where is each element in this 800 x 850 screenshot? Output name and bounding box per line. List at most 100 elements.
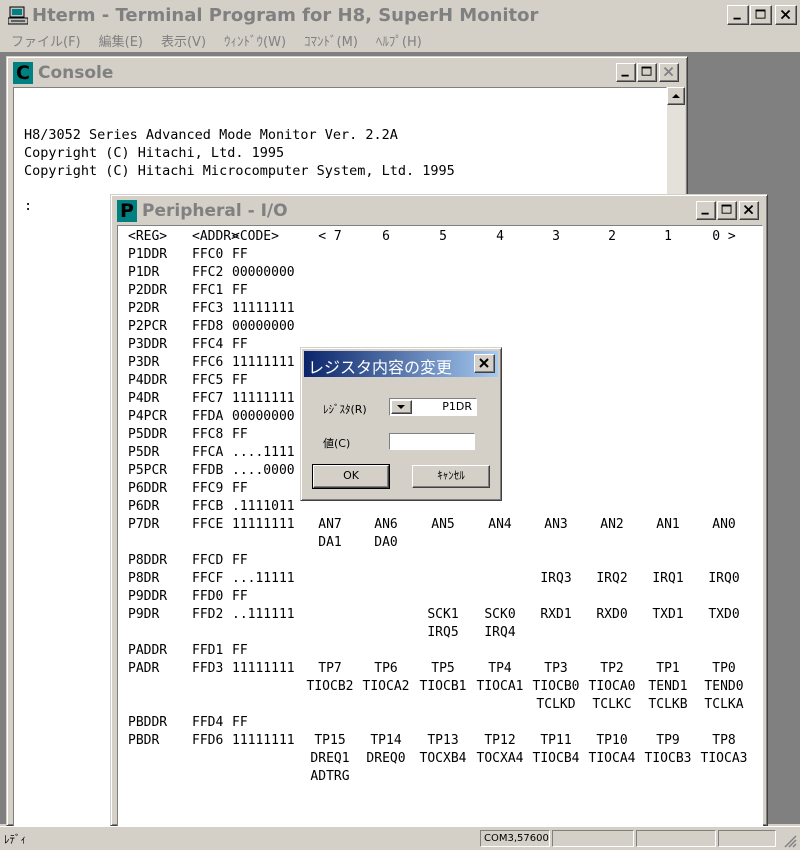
- register-address: FFD8: [192, 319, 224, 334]
- register-name: P4DR: [128, 391, 160, 406]
- register-name: P2DR: [128, 301, 160, 316]
- peripheral-window[interactable]: P Peripheral - I/O <REG> <ADDR> <CODE> < 76…: [110, 194, 768, 827]
- minimize-button[interactable]: [727, 5, 749, 25]
- register-name: P5DR: [128, 445, 160, 460]
- console-maximize-button[interactable]: [637, 63, 657, 82]
- register-code: FF: [232, 337, 248, 352]
- register-name: P1DR: [128, 265, 160, 280]
- register-name: PBDDR: [128, 715, 168, 730]
- status-bar: ﾚﾃﾞｨ COM3,57600: [0, 826, 800, 850]
- peripheral-title: Peripheral - I/O: [142, 201, 288, 221]
- bit-function-label: DA1: [318, 535, 342, 550]
- console-minimize-button[interactable]: [616, 63, 636, 82]
- bit-function-label: TIOCA3: [700, 751, 748, 766]
- size-grip-icon[interactable]: [782, 833, 798, 849]
- cancel-button[interactable]: ｷｬﾝｾﾙ: [412, 465, 490, 488]
- table-row[interactable]: P2DR FFC3 11111111: [118, 300, 762, 318]
- bit-function-label: TEND0: [704, 679, 744, 694]
- bit-function-label: TP3: [544, 661, 568, 676]
- register-code: 11111111: [232, 733, 295, 748]
- menu-edit[interactable]: 編集(E): [90, 29, 152, 51]
- register-name: P9DDR: [128, 589, 168, 604]
- value-input[interactable]: [389, 433, 475, 450]
- peripheral-minimize-button[interactable]: [696, 201, 716, 220]
- register-name: P7DR: [128, 517, 160, 532]
- change-register-dialog[interactable]: レジスタ内容の変更 ﾚｼﾞｽﾀ(R) P1DR 値(C) OK ｷｬﾝｾﾙ: [300, 347, 502, 501]
- table-row[interactable]: P7DR FFCE 11111111 AN7 DA1 AN6 DA0 AN5 AN4 AN3 AN2…: [118, 516, 762, 552]
- bit-function-label: TIOCA2: [362, 679, 410, 694]
- table-row[interactable]: P9DDR FFD0 FF: [118, 588, 762, 606]
- register-code: FF: [232, 427, 248, 442]
- table-row[interactable]: P9DR FFD2 ..111111 SCK1 IRQ5 SCK0 IRQ4 RXD1 RXD0…: [118, 606, 762, 642]
- bit-function-label: TP10: [596, 733, 628, 748]
- register-code: 00000000: [232, 409, 295, 424]
- register-name: P8DR: [128, 571, 160, 586]
- console-line: H8/3052 Series Advanced Mode Monitor Ver…: [24, 127, 398, 143]
- scroll-up-button[interactable]: [667, 87, 685, 105]
- register-name: PADDR: [128, 643, 168, 658]
- bit-function-label: TP8: [712, 733, 736, 748]
- header-bit: 6: [382, 229, 390, 244]
- maximize-button[interactable]: [750, 5, 772, 25]
- register-address: FFC5: [192, 373, 224, 388]
- table-row[interactable]: P2PCR FFD8 00000000: [118, 318, 762, 336]
- ok-button[interactable]: OK: [312, 464, 390, 489]
- bit-function-label: TIOCA1: [476, 679, 524, 694]
- register-address: FFC7: [192, 391, 224, 406]
- table-row[interactable]: P2DDR FFC1 FF: [118, 282, 762, 300]
- register-address: FFC9: [192, 481, 224, 496]
- console-close-button[interactable]: [659, 63, 679, 82]
- table-row[interactable]: PBDR FFD6 11111111 TP15 DREQ1 ADTRG TP14 DREQ0 T…: [118, 732, 762, 786]
- console-title: Console: [38, 63, 114, 83]
- status-pane: [552, 830, 634, 847]
- bit-function-label: TIOCA0: [588, 679, 636, 694]
- maximize-icon: [641, 66, 652, 76]
- table-row[interactable]: PADR FFD3 11111111 TP7 TIOCB2 TP6 TIOCA2 TP5 TIO…: [118, 660, 762, 714]
- bit-function-label: TP13: [427, 733, 459, 748]
- register-code: FF: [232, 715, 248, 730]
- minimize-icon: [733, 17, 741, 20]
- console-title-bar[interactable]: C Console: [11, 61, 683, 85]
- bit-function-label: IRQ0: [708, 571, 740, 586]
- menu-command[interactable]: ｺﾏﾝﾄﾞ(M): [295, 29, 367, 51]
- close-button[interactable]: [775, 5, 797, 25]
- register-code: 00000000: [232, 319, 295, 334]
- register-name: P6DR: [128, 499, 160, 514]
- main-title-bar[interactable]: Hterm - Terminal Program for H8, SuperH …: [0, 0, 800, 29]
- register-address: FFC1: [192, 283, 224, 298]
- bit-function-label: AN6: [374, 517, 398, 532]
- dialog-close-button[interactable]: [474, 354, 495, 373]
- bit-function-label: TP9: [656, 733, 680, 748]
- register-address: FFCE: [192, 517, 224, 532]
- table-row[interactable]: PADDR FFD1 FF: [118, 642, 762, 660]
- peripheral-title-bar[interactable]: P Peripheral - I/O: [115, 199, 763, 223]
- table-row[interactable]: P8DR FFCF ...11111 IRQ3 IRQ2 IRQ1 IRQ0: [118, 570, 762, 588]
- bit-function-label: TP7: [318, 661, 342, 676]
- peripheral-io-table[interactable]: <REG> <ADDR> <CODE> < 76543210 > P1DDR FFC0 FF…: [117, 225, 763, 827]
- register-address: FFC2: [192, 265, 224, 280]
- menu-help[interactable]: ﾍﾙﾌﾟ(H): [367, 29, 431, 51]
- table-row[interactable]: P1DDR FFC0 FF: [118, 246, 762, 264]
- menu-view[interactable]: 表示(V): [152, 29, 215, 51]
- bit-function-label: TP15: [314, 733, 346, 748]
- header-bit: 2: [608, 229, 616, 244]
- menu-file[interactable]: ファイル(F): [2, 29, 90, 51]
- bit-function-label: DA0: [374, 535, 398, 550]
- dialog-title-bar[interactable]: レジスタ内容の変更: [304, 351, 498, 377]
- table-row[interactable]: P1DR FFC2 00000000: [118, 264, 762, 282]
- bit-function-label: TIOCB2: [306, 679, 354, 694]
- peripheral-close-button[interactable]: [739, 201, 759, 220]
- register-select[interactable]: P1DR: [389, 398, 477, 416]
- peripheral-maximize-button[interactable]: [717, 201, 737, 220]
- register-code: 11111111: [232, 355, 295, 370]
- table-row[interactable]: PBDDR FFD4 FF: [118, 714, 762, 732]
- table-row[interactable]: P8DDR FFCD FF: [118, 552, 762, 570]
- menu-window[interactable]: ｳｨﾝﾄﾞｳ(W): [215, 29, 295, 51]
- table-header[interactable]: <REG> <ADDR> <CODE> < 76543210 >: [118, 228, 762, 246]
- register-code: 11111111: [232, 301, 295, 316]
- register-dropdown-button[interactable]: [391, 400, 412, 414]
- register-name: P3DR: [128, 355, 160, 370]
- status-text: ﾚﾃﾞｨ: [4, 833, 26, 846]
- register-address: FFCF: [192, 571, 224, 586]
- register-address: FFD2: [192, 607, 224, 622]
